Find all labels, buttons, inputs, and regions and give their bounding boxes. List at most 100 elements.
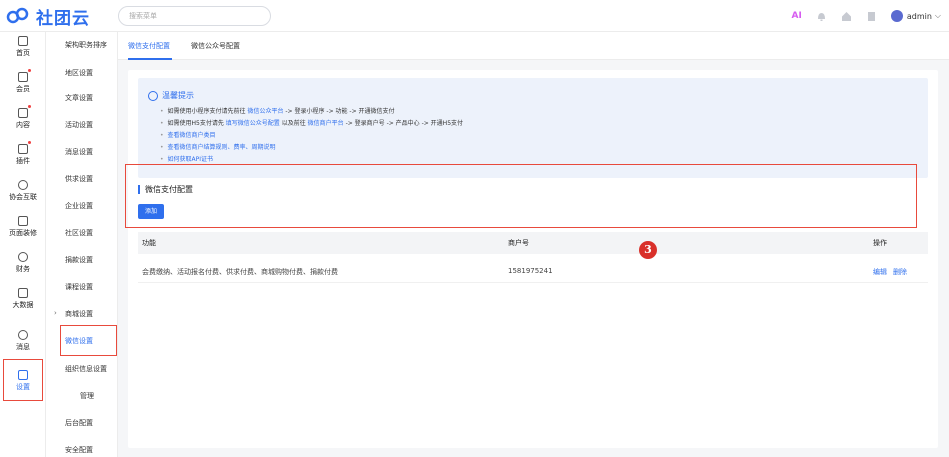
nav-label: 消息 [16, 343, 30, 351]
plugin-icon [18, 141, 31, 154]
cell-actions: 编辑 删除 [873, 267, 913, 277]
column-header-function: 功能 [142, 239, 156, 247]
submenu-item[interactable]: 地区设置 [46, 68, 118, 78]
chevron-down-icon[interactable]: ⌵ [935, 11, 941, 21]
nav-label: 协会互联 [9, 193, 37, 201]
content-panel: 温馨提示 • 如需使用小程序支付请先前往 微信公众平台 -> 登录小程序 -> 功… [128, 70, 938, 448]
submenu-item[interactable]: 消息设置 [46, 147, 118, 157]
link-merchant-category[interactable]: 查看微信商户类目 [168, 132, 216, 139]
home-icon [18, 36, 28, 46]
nav-item-member[interactable]: 会员 [0, 69, 46, 94]
bell-icon[interactable] [816, 11, 827, 22]
tip-text: 如需使用小程序支付请先前往 [167, 108, 248, 115]
submenu-item[interactable]: 安全配置 [46, 445, 118, 455]
tab-bar: 微信支付配置 微信公众号配置 [118, 32, 949, 60]
top-right-actions: AI admin ⌵ [792, 0, 941, 32]
content-icon [18, 105, 31, 118]
home-icon[interactable] [841, 11, 852, 22]
column-header-merchant: 商户号 [508, 239, 529, 247]
submenu-item[interactable]: 社区设置 [46, 228, 118, 238]
app-title: 社团云 [36, 8, 90, 29]
link-settlement-rules[interactable]: 查看微信商户结算规则、费率、周期说明 [168, 144, 276, 151]
table-row: 会费缴纳、活动报名付费、供求付费、商城购物付费、捐款付费 1581975241 … [138, 259, 928, 283]
network-icon [18, 180, 28, 190]
tip-text: -> 登录小程序 -> 功能 -> 开通微信支付 [283, 108, 395, 115]
table-header: 功能 商户号 操作 [138, 232, 928, 254]
submenu-item[interactable]: 架构职务排序 [46, 40, 118, 50]
submenu-item[interactable]: 商城设置 [46, 309, 118, 319]
submenu-item[interactable]: 组织信息设置 [46, 364, 118, 374]
decorate-icon [18, 216, 28, 226]
nav-item-data[interactable]: 大数据 [0, 288, 46, 310]
avatar[interactable] [890, 10, 903, 22]
cell-function: 会费缴纳、活动报名付费、供求付费、商城购物付费、捐款付费 [142, 268, 338, 276]
nav-label: 页面装修 [9, 229, 37, 237]
tip-line: • 如需使用H5支付请先 填写微信公众号配置 以及前往 微信商户平台 -> 登录商… [160, 118, 463, 127]
link-api-cert[interactable]: 如何获取API证书 [168, 156, 214, 163]
nav-label: 大数据 [12, 301, 34, 309]
nav-label: 内容 [16, 121, 30, 129]
bullet: • [160, 108, 164, 115]
document-icon[interactable] [866, 11, 877, 22]
link-official-config[interactable]: 填写微信公众号配置 [226, 120, 280, 127]
tip-line: • 查看微信商户结算规则、费率、周期说明 [160, 142, 276, 151]
finance-icon [18, 252, 28, 262]
nav-item-network[interactable]: 协会互联 [0, 180, 46, 202]
search-input[interactable]: 搜索菜单 [118, 6, 271, 26]
sun-icon [148, 90, 158, 101]
delete-button[interactable]: 删除 [893, 268, 907, 276]
bullet: • [160, 120, 164, 127]
submenu-item[interactable]: 后台配置 [46, 418, 118, 428]
nav-label: 首页 [16, 49, 30, 57]
submenu-item[interactable]: 管理 [46, 391, 118, 401]
bullet: • [160, 156, 164, 163]
tip-line: • 查看微信商户类目 [160, 130, 216, 139]
nav-item-content[interactable]: 内容 [0, 105, 46, 130]
tab-wechat-pay[interactable]: 微信支付配置 [128, 41, 170, 51]
nav-label: 财务 [16, 265, 30, 273]
submenu-item[interactable]: 捐款设置 [46, 255, 118, 265]
nav-item-decorate[interactable]: 页面装修 [0, 216, 46, 238]
data-icon [18, 288, 28, 298]
nav-label: 插件 [16, 157, 30, 165]
highlight-box-wechat-settings [60, 325, 117, 356]
link-merchant-platform[interactable]: 微信商户平台 [308, 120, 344, 127]
column-header-actions: 操作 [873, 239, 887, 247]
tip-header: 温馨提示 [148, 90, 194, 101]
submenu-item[interactable]: 企业设置 [46, 201, 118, 211]
message-icon [18, 330, 28, 340]
logo-icon [6, 7, 29, 24]
tip-line: • 如何获取API证书 [160, 154, 213, 163]
tab-underline [128, 58, 172, 60]
bullet: • [160, 132, 164, 139]
step-badge-3: 3 [639, 241, 657, 259]
submenu-item[interactable]: 课程设置 [46, 282, 118, 292]
user-name[interactable]: admin [907, 12, 932, 21]
tip-line: • 如需使用小程序支付请先前往 微信公众平台 -> 登录小程序 -> 功能 -> … [160, 106, 395, 115]
highlight-box-config-section [125, 164, 917, 228]
nav-item-message[interactable]: 消息 [0, 330, 46, 352]
nav-item-plugin[interactable]: 插件 [0, 141, 46, 166]
tip-text: 如需使用H5支付请先 [167, 120, 226, 127]
tip-text: -> 登录商户号 -> 产品中心 -> 开通H5支付 [343, 120, 464, 127]
tab-wechat-official[interactable]: 微信公众号配置 [191, 41, 240, 51]
nav-label: 会员 [16, 85, 30, 93]
cell-merchant-no: 1581975241 [508, 267, 553, 275]
submenu-item[interactable]: 文章设置 [46, 93, 118, 103]
nav-item-home[interactable]: 首页 [0, 36, 46, 58]
ai-button[interactable]: AI [792, 11, 802, 21]
settings-submenu: 架构职务排序 地区设置 文章设置 活动设置 消息设置 供求设置 企业设置 社区设… [46, 32, 118, 457]
tip-box: 温馨提示 • 如需使用小程序支付请先前往 微信公众平台 -> 登录小程序 -> 功… [138, 78, 928, 178]
tip-title: 温馨提示 [162, 91, 194, 100]
member-icon [18, 69, 31, 82]
nav-item-finance[interactable]: 财务 [0, 252, 46, 274]
submenu-item[interactable]: 活动设置 [46, 120, 118, 130]
tip-text: 以及前往 [279, 120, 308, 127]
app-logo[interactable]: 社团云 [6, 6, 90, 29]
edit-button[interactable]: 编辑 [873, 268, 887, 276]
submenu-item[interactable]: 供求设置 [46, 174, 118, 184]
link-wechat-platform[interactable]: 微信公众平台 [247, 108, 283, 115]
highlight-box-settings [3, 359, 43, 401]
bullet: • [160, 144, 164, 151]
top-bar: 社团云 搜索菜单 AI admin ⌵ [0, 0, 949, 32]
